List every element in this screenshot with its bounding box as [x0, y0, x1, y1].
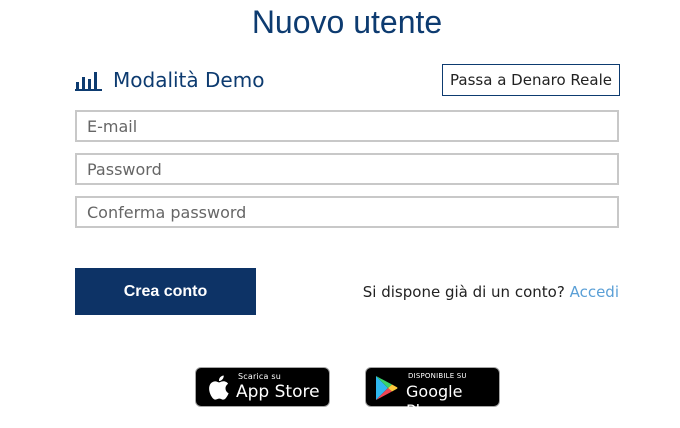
google-play-icon	[376, 376, 398, 400]
email-field[interactable]	[75, 110, 619, 142]
confirm-password-field[interactable]	[75, 196, 619, 228]
app-store-small-text: Scarica su	[238, 372, 281, 381]
mode-row: Modalità Demo Passa a Denaro Reale	[75, 62, 620, 98]
google-play-big-text: Google Play	[406, 382, 463, 420]
app-store-badge[interactable]: Scarica su App Store	[195, 367, 330, 407]
login-prompt-text: Si dispone già di un conto?	[362, 283, 565, 301]
password-field[interactable]	[75, 153, 619, 185]
login-prompt-row: Si dispone già di un conto? Accedi	[363, 283, 619, 301]
switch-to-real-money-button[interactable]: Passa a Denaro Reale	[442, 64, 620, 96]
page-title: Nuovo utente	[251, 4, 443, 40]
google-play-badge[interactable]: DISPONIBILE SU Google Play	[365, 367, 500, 420]
login-link[interactable]: Accedi	[570, 283, 619, 301]
bar-chart-icon	[75, 72, 102, 91]
apple-icon	[209, 375, 229, 400]
app-store-big-text: App Store	[236, 382, 320, 402]
google-play-small-text: DISPONIBILE SU	[408, 372, 467, 380]
mode-label: Modalità Demo	[113, 68, 265, 92]
create-account-button[interactable]: Crea conto	[75, 268, 256, 315]
